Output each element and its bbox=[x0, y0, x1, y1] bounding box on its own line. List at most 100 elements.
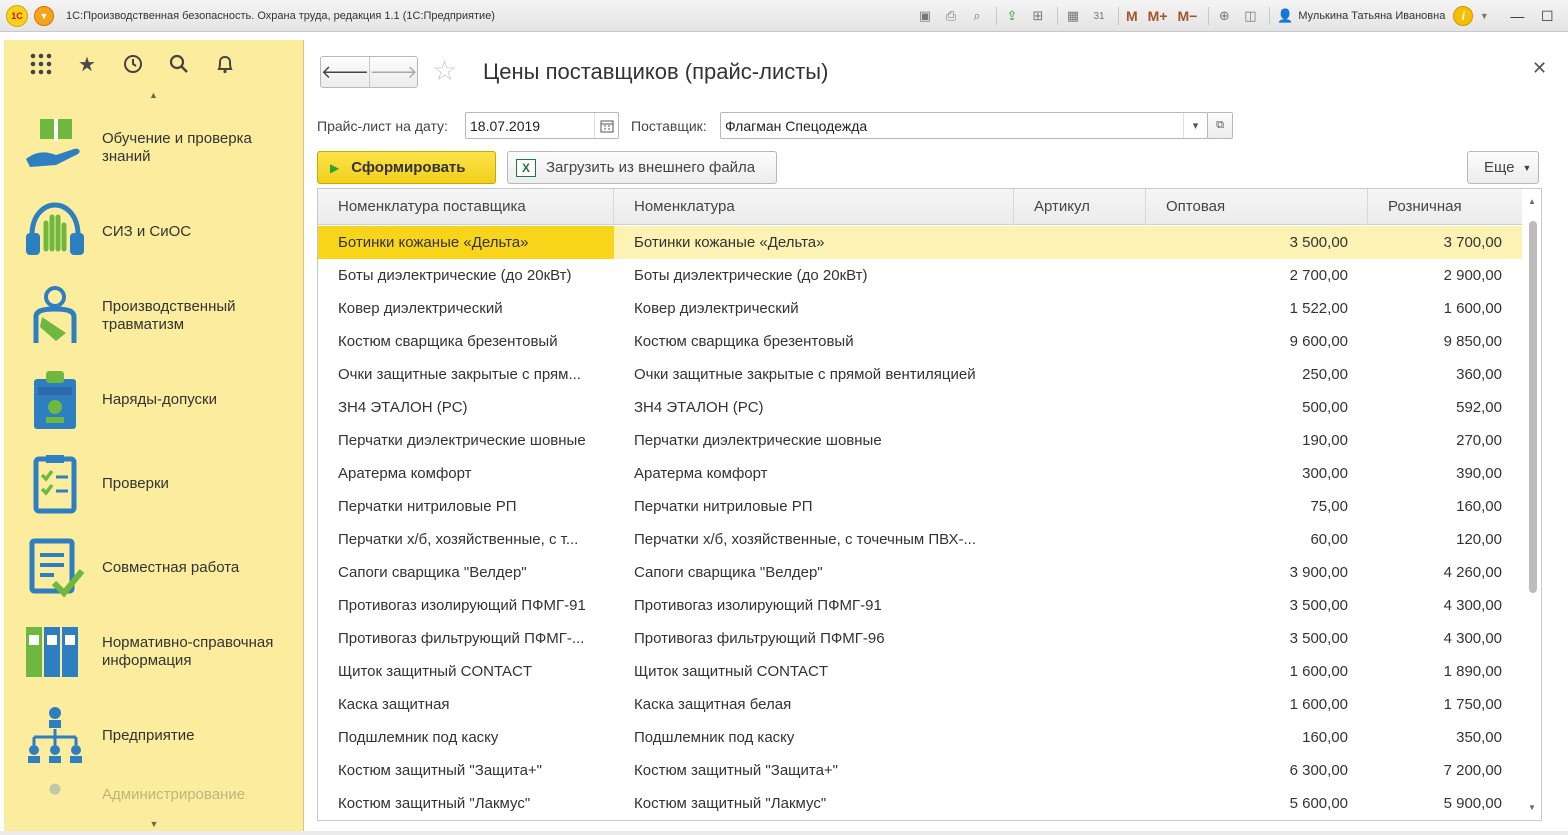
calculator-icon[interactable]: ▦ bbox=[1062, 5, 1084, 27]
table-row[interactable]: Перчатки диэлектрические шовные Перчатки … bbox=[318, 424, 1522, 457]
minimize-icon[interactable]: — bbox=[1505, 6, 1529, 26]
save-icon[interactable]: ▣ bbox=[914, 5, 936, 27]
preview-icon[interactable]: ⌕ bbox=[966, 5, 988, 27]
table-row[interactable]: Противогаз изолирующий ПФМГ-91 Противогаз… bbox=[318, 589, 1522, 622]
table-row[interactable]: Каска защитная Каска защитная белая 1 600,… bbox=[318, 688, 1522, 721]
section-admin[interactable]: Администрирование bbox=[4, 780, 304, 810]
forward-arrow-icon[interactable]: 🡒 bbox=[369, 57, 418, 87]
cell-wholesale-price: 300,00 bbox=[1302, 465, 1348, 482]
open-item-icon[interactable]: ⧉ bbox=[1207, 112, 1233, 139]
table-row[interactable]: Костюм защитный "Защита+" Костюм защитный… bbox=[318, 754, 1522, 787]
table-row[interactable]: Перчатки х/б, хозяйственные, с т... Перча… bbox=[318, 523, 1522, 556]
memory-button[interactable]: M bbox=[1123, 5, 1141, 27]
cell-retail-price: 360,00 bbox=[1456, 366, 1502, 383]
column-header-sku[interactable]: Артикул bbox=[1014, 189, 1146, 225]
memory-add-button[interactable]: M+ bbox=[1145, 5, 1171, 27]
scroll-down-icon[interactable]: ▼ bbox=[4, 819, 304, 829]
section-collaboration[interactable]: Совместная работа bbox=[4, 528, 304, 608]
cell-item: ЗН4 ЭТАЛОН (PC) bbox=[634, 399, 764, 416]
table-row[interactable]: Боты диэлектрические (до 20кВт) Боты диэл… bbox=[318, 259, 1522, 292]
table-row[interactable]: Костюм сварщика брезентовый Костюм сварщи… bbox=[318, 325, 1522, 358]
table-row[interactable]: Очки защитные закрытые с прям... Очки защ… bbox=[318, 358, 1522, 391]
cell-item: Боты диэлектрические (до 20кВт) bbox=[634, 267, 868, 284]
section-label: Проверки bbox=[102, 475, 169, 492]
supplier-field[interactable]: Флагман Спецодежда ▾ bbox=[720, 112, 1208, 139]
history-icon[interactable] bbox=[110, 44, 156, 84]
cell-item: Щиток защитный CONTACT bbox=[634, 663, 829, 680]
table-row[interactable]: Сапоги сварщика "Велдер" Сапоги сварщика … bbox=[318, 556, 1522, 589]
zoom-icon[interactable]: ⊕ bbox=[1213, 5, 1235, 27]
user-name[interactable]: Мулькина Татьяна Ивановна bbox=[1298, 10, 1445, 22]
main-menu-icon[interactable]: ▼ bbox=[34, 5, 54, 26]
attach-icon[interactable]: ⊞ bbox=[1027, 5, 1049, 27]
cell-supplier-item: ЗН4 ЭТАЛОН (PC) bbox=[338, 399, 468, 416]
table-row[interactable]: Аратерма комфорт Аратерма комфорт 300,00 39… bbox=[318, 457, 1522, 490]
supplier-value: Флагман Спецодежда bbox=[725, 117, 868, 134]
cell-wholesale-price: 250,00 bbox=[1302, 366, 1348, 383]
generate-button[interactable]: ▶ Сформировать bbox=[317, 151, 496, 184]
scrollbar-thumb[interactable] bbox=[1529, 221, 1537, 593]
section-checks[interactable]: Проверки bbox=[4, 444, 304, 524]
cell-retail-price: 1 890,00 bbox=[1443, 663, 1502, 680]
table-row[interactable]: Противогаз фильтрующий ПФМГ-... Противога… bbox=[318, 622, 1522, 655]
excel-icon: X bbox=[516, 158, 536, 177]
scroll-down-arrow-icon[interactable]: ▼ bbox=[1528, 803, 1536, 812]
cell-retail-price: 5 900,00 bbox=[1443, 795, 1502, 812]
section-enterprise[interactable]: Предприятие bbox=[4, 696, 304, 776]
table-row[interactable]: Костюм защитный "Лакмус" Костюм защитный … bbox=[318, 787, 1522, 820]
more-button-label: Еще bbox=[1484, 159, 1515, 176]
info-menu-icon[interactable]: ▼ bbox=[1473, 5, 1495, 27]
table-row[interactable]: Ботинки кожаные «Дельта» Ботинки кожаные … bbox=[318, 226, 1522, 259]
section-label: Предприятие bbox=[102, 727, 195, 744]
app-logo-icon[interactable]: 1С bbox=[6, 4, 28, 27]
link-icon[interactable]: ⇪ bbox=[1001, 5, 1023, 27]
section-label: Нормативно-справочная информация bbox=[102, 634, 274, 669]
favorites-icon[interactable]: ★ bbox=[64, 44, 110, 84]
scroll-up-arrow-icon[interactable]: ▲ bbox=[1528, 197, 1536, 206]
column-header-wholesale[interactable]: Оптовая bbox=[1146, 189, 1368, 225]
cell-wholesale-price: 3 500,00 bbox=[1289, 630, 1348, 647]
section-reference[interactable]: Нормативно-справочная информация bbox=[4, 612, 304, 692]
calendar-picker-icon[interactable] bbox=[594, 113, 618, 138]
date-field[interactable]: 18.07.2019 bbox=[465, 112, 619, 139]
section-injuries[interactable]: Производственный травматизм bbox=[4, 276, 304, 356]
panel-icon[interactable]: ◫ bbox=[1239, 5, 1261, 27]
calendar-icon[interactable]: 31 bbox=[1088, 5, 1110, 27]
dropdown-arrow-icon[interactable]: ▾ bbox=[1183, 113, 1207, 138]
binders-icon bbox=[26, 627, 78, 677]
notifications-icon[interactable] bbox=[202, 44, 248, 84]
section-label: Обучение и проверка знаний bbox=[102, 130, 252, 165]
table-row[interactable]: Ковер диэлектрический Ковер диэлектрическ… bbox=[318, 292, 1522, 325]
load-from-file-button[interactable]: X Загрузить из внешнего файла bbox=[507, 151, 777, 184]
cell-item: Каска защитная белая bbox=[634, 696, 792, 713]
print-icon[interactable]: ⎙ bbox=[940, 5, 962, 27]
vertical-scrollbar[interactable]: ▲ ▼ bbox=[1524, 189, 1541, 820]
cell-supplier-item: Очки защитные закрытые с прям... bbox=[338, 366, 581, 383]
column-header-supplier-item[interactable]: Номенклатура поставщика bbox=[318, 189, 614, 225]
memory-subtract-button[interactable]: M− bbox=[1175, 5, 1201, 27]
table-row[interactable]: Щиток защитный CONTACT Щиток защитный CON… bbox=[318, 655, 1522, 688]
scroll-up-icon[interactable]: ▲ bbox=[4, 88, 303, 102]
section-ppe[interactable]: СИЗ и СиОС bbox=[4, 192, 304, 272]
table-row[interactable]: Подшлемник под каску Подшлемник под каску… bbox=[318, 721, 1522, 754]
section-permits[interactable]: Наряды-допуски bbox=[4, 360, 304, 440]
cell-wholesale-price: 2 700,00 bbox=[1289, 267, 1348, 284]
back-arrow-icon[interactable]: 🡐 bbox=[321, 57, 369, 87]
maximize-icon[interactable]: ☐ bbox=[1535, 6, 1559, 26]
table-row[interactable]: ЗН4 ЭТАЛОН (PC) ЗН4 ЭТАЛОН (PC) 500,00 592,… bbox=[318, 391, 1522, 424]
cell-supplier-item: Сапоги сварщика "Велдер" bbox=[338, 564, 527, 581]
column-header-item[interactable]: Номенклатура bbox=[614, 189, 1014, 225]
search-icon[interactable] bbox=[156, 44, 202, 84]
cell-retail-price: 270,00 bbox=[1456, 432, 1502, 449]
column-header-retail[interactable]: Розничная bbox=[1368, 189, 1522, 225]
close-form-icon[interactable]: ✕ bbox=[1532, 58, 1547, 79]
all-functions-icon[interactable] bbox=[18, 44, 64, 84]
table-row[interactable]: Перчатки нитриловые РП Перчатки нитриловы… bbox=[318, 490, 1522, 523]
load-button-label: Загрузить из внешнего файла bbox=[546, 159, 756, 176]
cell-item: Костюм защитный "Лакмус" bbox=[634, 795, 827, 812]
favorite-star-icon[interactable]: ☆ bbox=[432, 57, 457, 85]
info-icon[interactable]: i bbox=[1453, 6, 1474, 26]
more-button[interactable]: Еще ▼ bbox=[1467, 151, 1539, 184]
section-training[interactable]: Обучение и проверка знаний bbox=[4, 108, 304, 188]
permit-icon bbox=[34, 371, 76, 429]
